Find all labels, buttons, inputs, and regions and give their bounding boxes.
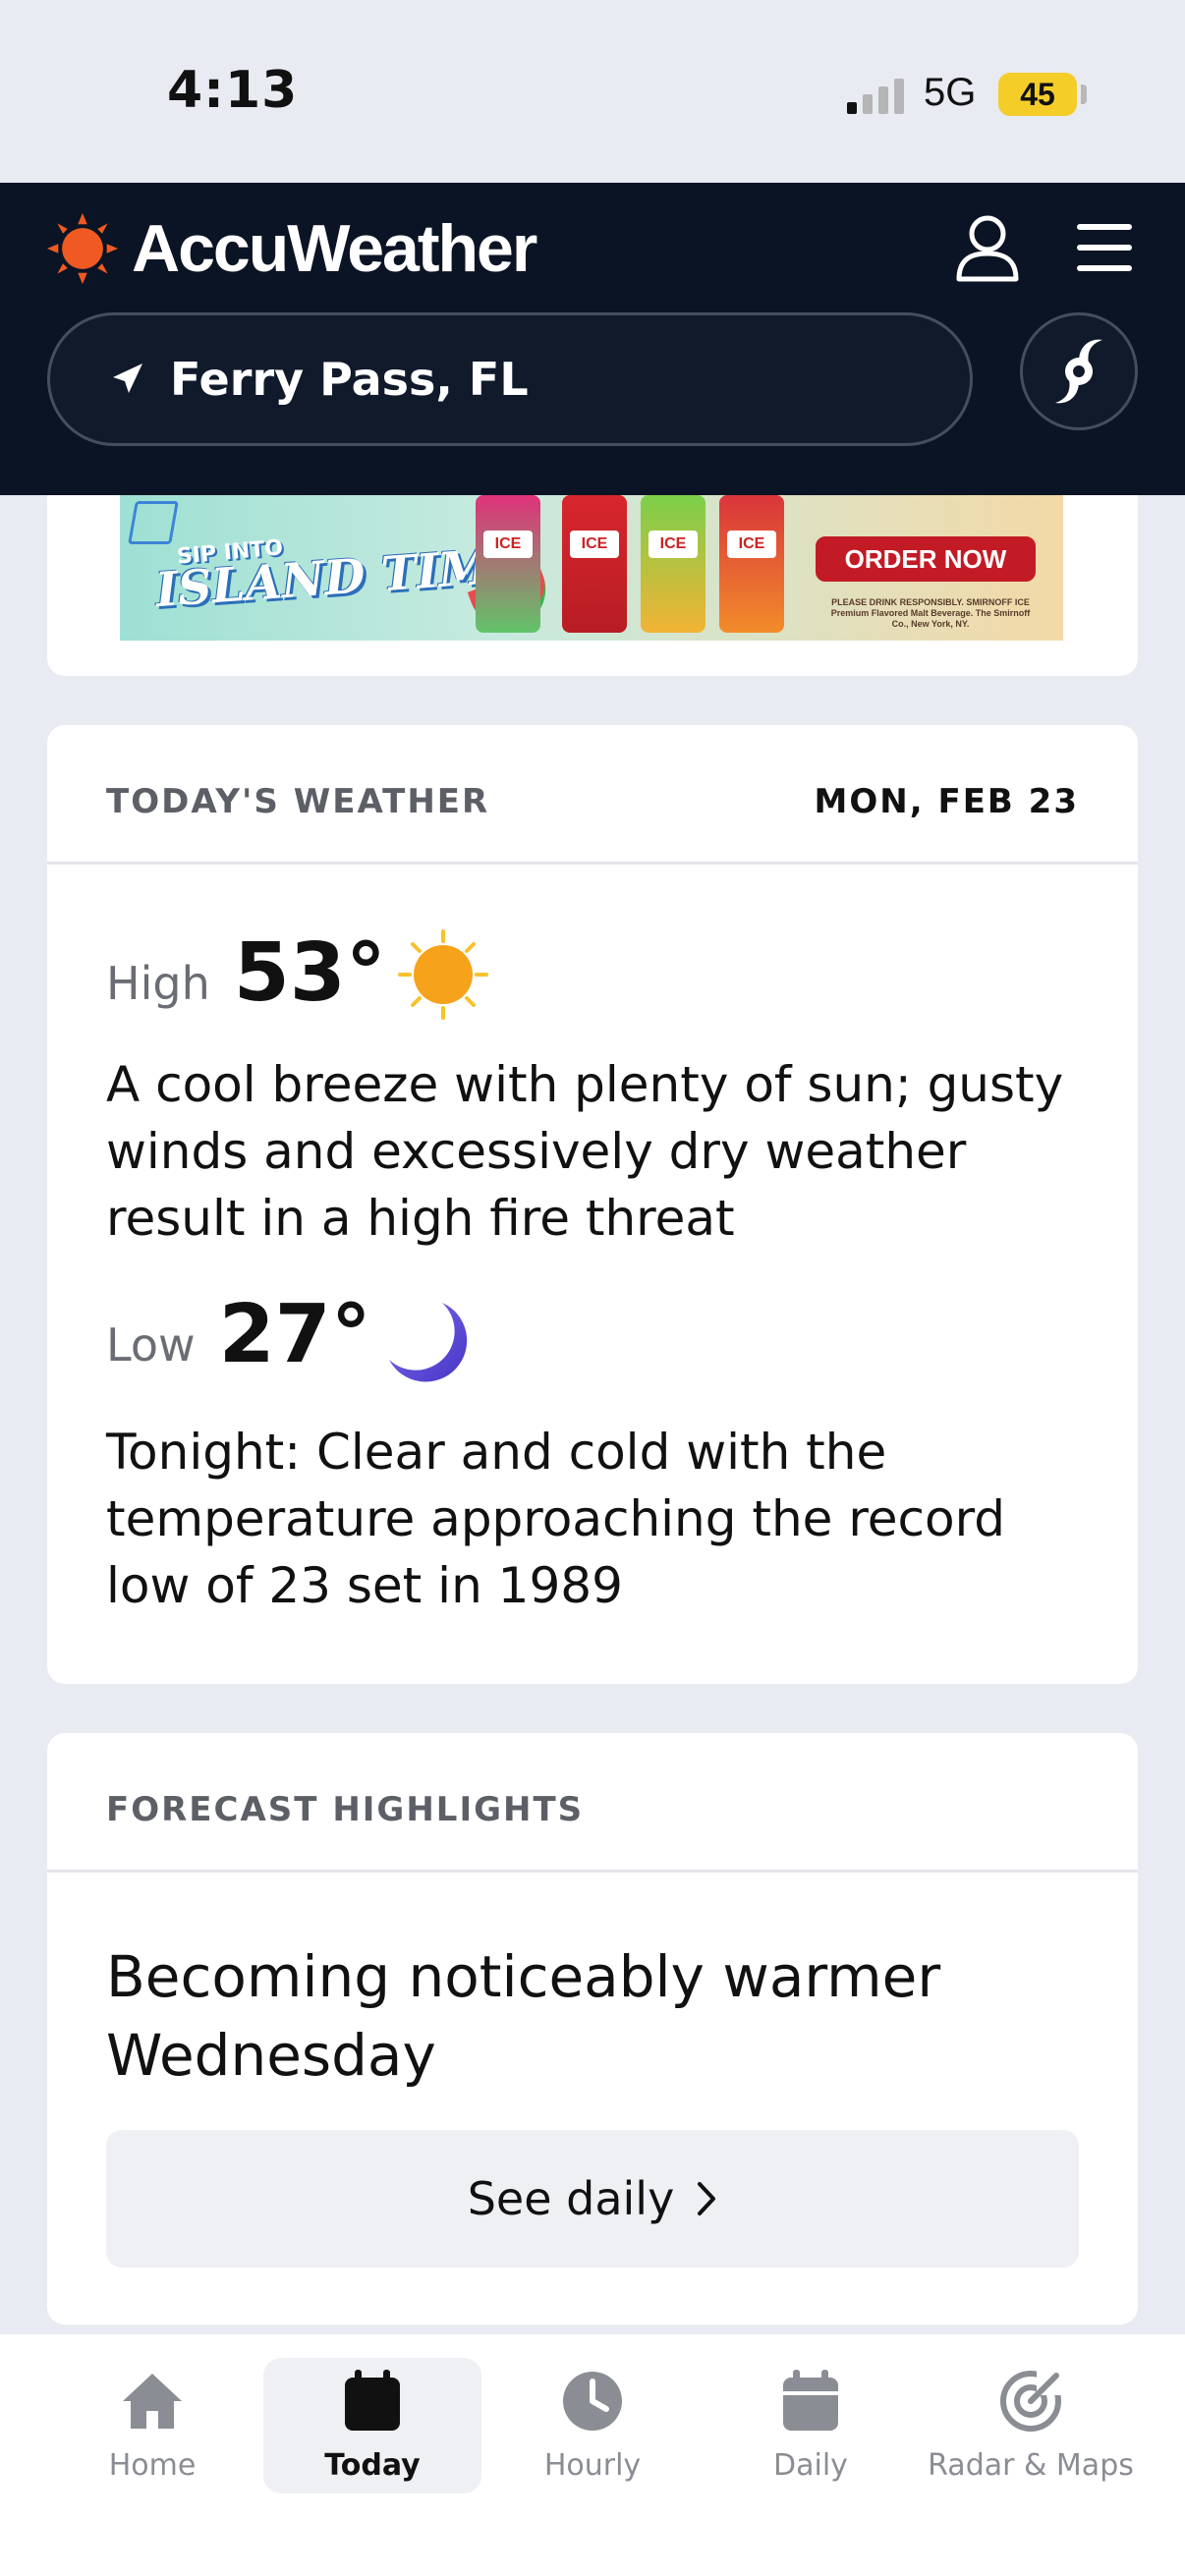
profile-icon[interactable] [953, 212, 1022, 283]
tab-daily[interactable]: Daily [702, 2358, 920, 2493]
ad-can: ICE [476, 495, 540, 633]
hurricane-button[interactable] [1020, 312, 1138, 430]
high-label: High [106, 957, 210, 1010]
ad-banner[interactable]: SIP INTO ISLAND TIME ICE ICE ICE ICE ORD… [120, 495, 1063, 641]
low-description: Tonight: Clear and cold with the tempera… [106, 1424, 1006, 1614]
forecast-highlights-header: FORECAST HIGHLIGHTS [47, 1733, 1138, 1873]
calendar-day-icon [345, 2370, 400, 2431]
chevron-right-icon [698, 2182, 716, 2215]
see-daily-button[interactable]: See daily [106, 2130, 1079, 2268]
tab-today[interactable]: Today [263, 2358, 481, 2493]
battery-indicator: 45 [998, 73, 1077, 116]
high-temp-row: High 53° [106, 926, 490, 1020]
tab-label: Home [108, 2448, 197, 2483]
menu-icon[interactable] [1077, 222, 1132, 273]
tab-label: Radar & Maps [928, 2448, 1134, 2483]
weather-date: MON, FEB 23 [814, 782, 1079, 821]
clock-icon [563, 2372, 622, 2431]
ad-fine-print: PLEASE DRINK RESPONSIBLY. SMIRNOFF ICE P… [830, 597, 1031, 629]
low-temp-row: Low 27° [106, 1288, 480, 1382]
brand-logo[interactable]: AccuWeather [45, 210, 537, 287]
moon-icon [388, 1303, 467, 1382]
ad-can-label: ICE [570, 531, 619, 558]
tab-label: Hourly [543, 2448, 642, 2483]
ad-card: SIP INTO ISLAND TIME ICE ICE ICE ICE ORD… [47, 495, 1138, 676]
location-search[interactable]: Ferry Pass, FL [47, 312, 973, 446]
tab-home[interactable]: Home [43, 2358, 261, 2493]
hurricane-icon [1055, 339, 1102, 404]
ad-can: ICE [562, 495, 627, 633]
status-bar: 4:13 5G 45 [0, 0, 1185, 183]
ad-can: ICE [719, 495, 784, 633]
ad-can-label: ICE [649, 531, 698, 558]
section-title: FORECAST HIGHLIGHTS [106, 1790, 585, 1829]
low-temp: 27° [218, 1288, 371, 1381]
highlight-text: Becoming noticeably warmer Wednesday [106, 1943, 941, 2089]
tab-label: Daily [773, 2448, 848, 2483]
cellular-signal-icon [847, 79, 904, 114]
todays-weather-card: TODAY'S WEATHER MON, FEB 23 High 53° A c… [47, 725, 1138, 1684]
location-arrow-icon [113, 364, 142, 393]
order-now-button[interactable]: ORDER NOW [816, 536, 1036, 582]
sun-logo-icon [46, 212, 119, 285]
app-header: AccuWeather Ferry Pass, FL [0, 183, 1185, 495]
tab-hourly[interactable]: Hourly [483, 2358, 702, 2493]
high-temp: 53° [233, 926, 386, 1020]
radar-icon [1000, 2368, 1064, 2432]
section-title: TODAY'S WEATHER [106, 782, 490, 821]
sun-icon [397, 929, 488, 1020]
bottom-tab-bar: Home Today Hourly Daily Radar & Maps [0, 2334, 1185, 2576]
calendar-icon [783, 2370, 838, 2431]
location-name: Ferry Pass, FL [170, 353, 529, 406]
tab-radar-maps[interactable]: Radar & Maps [922, 2358, 1140, 2493]
tab-label: Today [324, 2448, 421, 2483]
network-type: 5G [924, 71, 977, 114]
forecast-highlights-card: FORECAST HIGHLIGHTS Becoming noticeably … [47, 1733, 1138, 2324]
high-description: A cool breeze with plenty of sun; gusty … [106, 1056, 1064, 1247]
ad-can-label: ICE [483, 531, 533, 558]
status-time: 4:13 [167, 61, 299, 120]
todays-weather-header: TODAY'S WEATHER MON, FEB 23 [47, 725, 1138, 865]
ad-can: ICE [641, 495, 705, 633]
home-icon [123, 2374, 182, 2429]
ad-can-label: ICE [727, 531, 776, 558]
low-label: Low [106, 1318, 196, 1372]
battery-nub [1081, 84, 1087, 104]
brand-name: AccuWeather [132, 211, 537, 286]
ad-choices-icon[interactable] [128, 501, 179, 544]
see-daily-label: See daily [467, 2172, 675, 2225]
